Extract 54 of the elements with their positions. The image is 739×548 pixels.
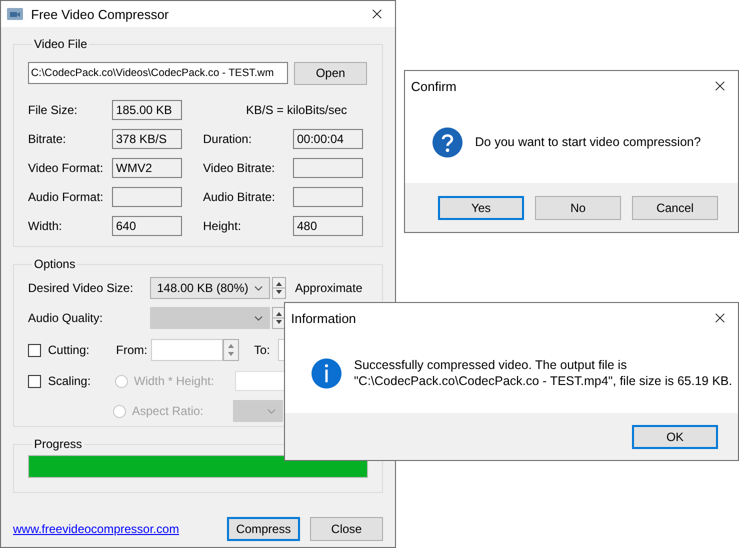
dialog-message: Successfully compressed video. The output file is "C:\CodecPack.co\CodecPack.co - TEST.mp4", file size is 65.19 KB. bbox=[354, 357, 734, 389]
action-button[interactable]: Close bbox=[310, 517, 383, 541]
video-camera-icon bbox=[7, 7, 23, 21]
info-field: 640 bbox=[112, 216, 182, 236]
field-label: To: bbox=[254, 343, 272, 357]
field-label: Video Format: bbox=[28, 160, 104, 174]
size-field[interactable] bbox=[235, 371, 285, 391]
field-label: Bitrate: bbox=[28, 132, 68, 146]
info-field: WMV2 bbox=[112, 158, 182, 178]
cutting-checkbox[interactable] bbox=[28, 344, 41, 356]
radio-label: Aspect Ratio: bbox=[132, 404, 204, 418]
field-label: Height: bbox=[203, 218, 242, 232]
field-label: Video Bitrate: bbox=[203, 160, 276, 174]
size-dropdown[interactable]: 148.00 KB (80%) bbox=[150, 277, 270, 299]
dialog-button[interactable]: OK bbox=[632, 424, 718, 448]
group-heading: Options bbox=[33, 257, 76, 271]
field-label: Duration: bbox=[203, 132, 253, 146]
dialog-title: Confirm bbox=[411, 78, 458, 94]
info-field: 480 bbox=[293, 216, 363, 236]
group-heading: Video File bbox=[33, 37, 88, 51]
field-label: Audio Bitrate: bbox=[203, 190, 276, 204]
field-label: Desired Video Size: bbox=[28, 281, 134, 295]
dialog-message: Do you want to start video compression? bbox=[475, 134, 702, 150]
info-field: 00:00:04 bbox=[293, 128, 363, 148]
window-title: Free Video Compressor bbox=[31, 6, 170, 22]
dialog-button[interactable]: No bbox=[535, 196, 621, 220]
open-button[interactable]: Open bbox=[294, 62, 367, 84]
action-button[interactable]: Compress bbox=[227, 517, 300, 541]
question-icon bbox=[432, 126, 463, 158]
from-field[interactable] bbox=[151, 339, 223, 361]
scaling-checkbox[interactable] bbox=[28, 374, 41, 388]
website-link[interactable]: www.freevideocompressor.com bbox=[13, 522, 180, 536]
info-field bbox=[112, 186, 182, 206]
field-label: Audio Format: bbox=[28, 190, 104, 204]
info-field: 185.00 KB bbox=[112, 100, 182, 120]
dialog-button[interactable]: Cancel bbox=[632, 196, 718, 220]
info-field bbox=[293, 158, 363, 178]
checkbox-label: Scaling: bbox=[48, 374, 92, 388]
field-label: File Size: bbox=[28, 102, 78, 116]
approximate-label: Approximate bbox=[295, 281, 364, 295]
info-field bbox=[293, 186, 363, 206]
units-note: KB/S = kiloBits/sec bbox=[245, 102, 348, 116]
dialog-title: Information bbox=[291, 310, 358, 326]
radio-label: Width * Height: bbox=[134, 374, 216, 388]
field-label: Audio Quality: bbox=[28, 311, 104, 325]
file-path-field[interactable]: C:\CodecPack.co\Videos\CodecPack.co - TEST.wm bbox=[28, 62, 288, 84]
info-field: 378 KB/S bbox=[112, 128, 182, 148]
checkbox-label: Cutting: bbox=[48, 343, 90, 357]
field-label: From: bbox=[116, 343, 148, 357]
field-label: Width: bbox=[28, 218, 64, 232]
info-icon bbox=[311, 358, 342, 388]
group-heading: Progress bbox=[33, 437, 84, 451]
spin-buttons[interactable] bbox=[272, 277, 286, 299]
dialog-button[interactable]: Yes bbox=[438, 196, 524, 220]
